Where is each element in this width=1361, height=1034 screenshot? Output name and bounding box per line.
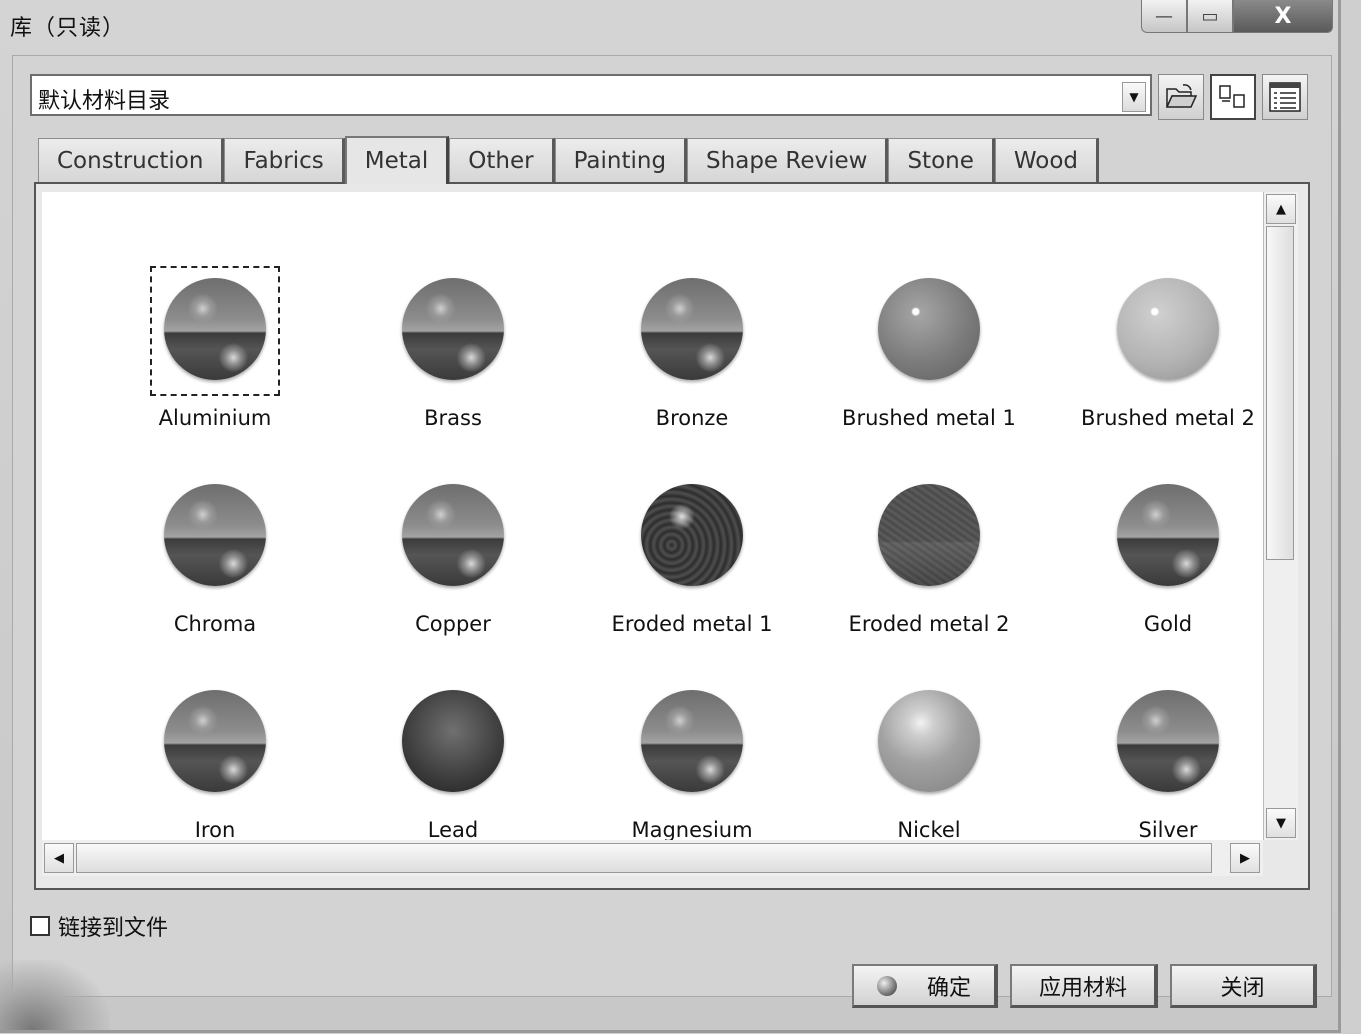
material-item[interactable]: Lead (333, 690, 573, 840)
material-label: Nickel (897, 818, 961, 840)
large-icons-view-icon (1219, 85, 1245, 108)
material-sphere-icon (164, 690, 266, 792)
material-sphere-icon (402, 278, 504, 380)
details-view-icon (1269, 82, 1301, 112)
tab-fabrics[interactable]: Fabrics (224, 138, 345, 182)
material-item[interactable]: Brushed metal 1 (809, 278, 1049, 430)
catalog-selected-value: 默认材料目录 (38, 89, 171, 114)
tab-metal[interactable]: Metal (344, 136, 450, 184)
material-label: Eroded metal 1 (611, 612, 773, 636)
minimize-button[interactable]: — (1141, 0, 1187, 33)
maximize-button[interactable]: ▭ (1187, 0, 1233, 33)
material-sphere-icon (1117, 690, 1219, 792)
scroll-down-button[interactable]: ▼ (1266, 808, 1296, 838)
material-grid: Aluminium Brass Bronze Brushed metal 1 Brush… (42, 192, 1263, 840)
library-dialog: 库（只读） — ▭ X 默认材料目录 ▼ Construction Fabric… (0, 0, 1341, 1033)
material-label: Magnesium (631, 818, 753, 840)
material-sphere-icon (641, 484, 743, 586)
scroll-right-button[interactable]: ▶ (1230, 843, 1260, 873)
material-item[interactable]: Eroded metal 1 (572, 484, 812, 636)
material-label: Aluminium (158, 406, 272, 430)
material-tabs: Construction Fabrics Metal Other Painting Sha… (38, 136, 1100, 184)
icon-view-button[interactable] (1210, 74, 1256, 120)
tab-painting[interactable]: Painting (554, 138, 688, 182)
material-label: Brushed metal 2 (1081, 406, 1255, 430)
material-item[interactable]: Aluminium (95, 278, 335, 430)
horizontal-scroll-thumb[interactable] (76, 843, 1212, 873)
ok-button-label: 确定 (926, 975, 971, 1001)
ok-button[interactable]: 确定 (852, 964, 998, 1008)
material-label: Bronze (655, 406, 729, 430)
link-to-file-option[interactable]: 链接到文件 (30, 910, 168, 942)
material-label: Brushed metal 1 (842, 406, 1016, 430)
material-sphere-icon (1117, 278, 1219, 380)
material-item[interactable]: Nickel (809, 690, 1049, 840)
window-title: 库（只读） (10, 16, 126, 41)
vertical-scrollbar[interactable]: ▲ ▼ (1263, 192, 1298, 840)
material-sphere-icon (164, 278, 266, 380)
corner-decoration (0, 960, 110, 1030)
material-label: Iron (194, 818, 236, 840)
apply-material-button[interactable]: 应用材料 (1010, 964, 1158, 1008)
close-button-label: 关闭 (1220, 975, 1265, 1001)
link-to-file-label: 链接到文件 (58, 916, 169, 941)
material-label: Chroma (173, 612, 257, 636)
close-window-button[interactable]: X (1233, 0, 1333, 33)
material-item[interactable]: Copper (333, 484, 573, 636)
link-to-file-checkbox[interactable] (30, 916, 50, 936)
material-sphere-icon (878, 690, 980, 792)
material-label: Eroded metal 2 (848, 612, 1010, 636)
tab-wood[interactable]: Wood (994, 138, 1100, 182)
horizontal-scrollbar[interactable]: ◀ ▶ (42, 840, 1263, 876)
material-label: Gold (1143, 612, 1193, 636)
material-item[interactable]: Iron (95, 690, 335, 840)
catalog-dropdown[interactable]: 默认材料目录 ▼ (30, 74, 1152, 116)
tab-stone[interactable]: Stone (888, 138, 995, 182)
close-button[interactable]: 关闭 (1170, 964, 1317, 1008)
material-label: Silver (1138, 818, 1198, 840)
material-item[interactable]: Bronze (572, 278, 812, 430)
material-item[interactable]: Chroma (95, 484, 335, 636)
vertical-scroll-thumb[interactable] (1266, 226, 1294, 560)
material-item[interactable]: Brushed metal 2 (1048, 278, 1263, 430)
material-sphere-icon (641, 278, 743, 380)
folder-open-icon (1165, 84, 1197, 108)
chevron-down-icon[interactable]: ▼ (1122, 82, 1146, 112)
material-label: Brass (424, 406, 482, 430)
tab-other[interactable]: Other (449, 138, 555, 182)
scroll-left-button[interactable]: ◀ (44, 843, 74, 873)
material-item[interactable]: Brass (333, 278, 573, 430)
material-sphere-icon (641, 690, 743, 792)
apply-material-label: 应用材料 (1038, 975, 1127, 1001)
tab-shape-review[interactable]: Shape Review (687, 138, 889, 182)
material-sphere-icon (164, 484, 266, 586)
material-sphere-icon (878, 484, 980, 586)
list-view-button[interactable] (1262, 74, 1308, 120)
window-controls: — ▭ X (1141, 0, 1333, 34)
material-sphere-icon (402, 484, 504, 586)
material-sphere-icon (1117, 484, 1219, 586)
material-sphere-icon (402, 690, 504, 792)
material-item[interactable]: Silver (1048, 690, 1263, 840)
material-sphere-icon (878, 278, 980, 380)
tab-construction[interactable]: Construction (38, 138, 225, 182)
material-label: Lead (427, 818, 479, 840)
scroll-up-button[interactable]: ▲ (1266, 194, 1296, 224)
material-item[interactable]: Gold (1048, 484, 1263, 636)
material-item[interactable]: Eroded metal 2 (809, 484, 1049, 636)
open-catalog-button[interactable] (1158, 74, 1204, 120)
material-label: Copper (415, 612, 491, 636)
material-item[interactable]: Magnesium (572, 690, 812, 840)
material-ball-icon (876, 975, 897, 996)
